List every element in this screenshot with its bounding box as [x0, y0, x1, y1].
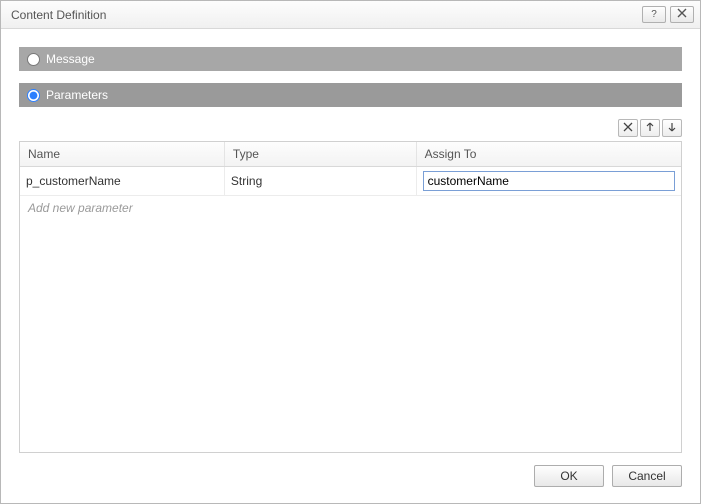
option-message[interactable]: Message: [19, 47, 682, 71]
content-area: Message Parameters: [1, 29, 700, 459]
close-icon: [677, 8, 687, 21]
header-name[interactable]: Name: [20, 142, 225, 166]
add-new-parameter[interactable]: Add new parameter: [20, 196, 681, 220]
dialog-button-row: OK Cancel: [1, 459, 700, 503]
header-type[interactable]: Type: [225, 142, 417, 166]
help-icon: ?: [651, 9, 657, 20]
close-button[interactable]: [670, 6, 694, 23]
dialog-title: Content Definition: [11, 8, 638, 22]
table-row[interactable]: p_customerName String: [20, 167, 681, 196]
radio-message[interactable]: [27, 53, 40, 66]
delete-icon: [623, 122, 633, 135]
cell-assign[interactable]: [417, 167, 681, 195]
move-up-button[interactable]: [640, 119, 660, 137]
help-button[interactable]: ?: [642, 6, 666, 23]
table-toolbar: [19, 119, 682, 137]
titlebar: Content Definition ?: [1, 1, 700, 29]
radio-parameters[interactable]: [27, 89, 40, 102]
table-header: Name Type Assign To: [20, 142, 681, 167]
cell-name[interactable]: p_customerName: [20, 167, 225, 195]
arrow-up-icon: [645, 122, 655, 135]
option-parameters-label: Parameters: [46, 88, 108, 102]
delete-row-button[interactable]: [618, 119, 638, 137]
arrow-down-icon: [667, 122, 677, 135]
option-parameters[interactable]: Parameters: [19, 83, 682, 107]
content-definition-dialog: Content Definition ? Message Parameters: [0, 0, 701, 504]
parameters-table: Name Type Assign To p_customerName Strin…: [19, 141, 682, 453]
ok-button[interactable]: OK: [534, 465, 604, 487]
option-message-label: Message: [46, 52, 95, 66]
header-assign[interactable]: Assign To: [417, 142, 681, 166]
cell-type[interactable]: String: [225, 167, 417, 195]
cancel-button[interactable]: Cancel: [612, 465, 682, 487]
assign-input[interactable]: [423, 171, 675, 191]
move-down-button[interactable]: [662, 119, 682, 137]
